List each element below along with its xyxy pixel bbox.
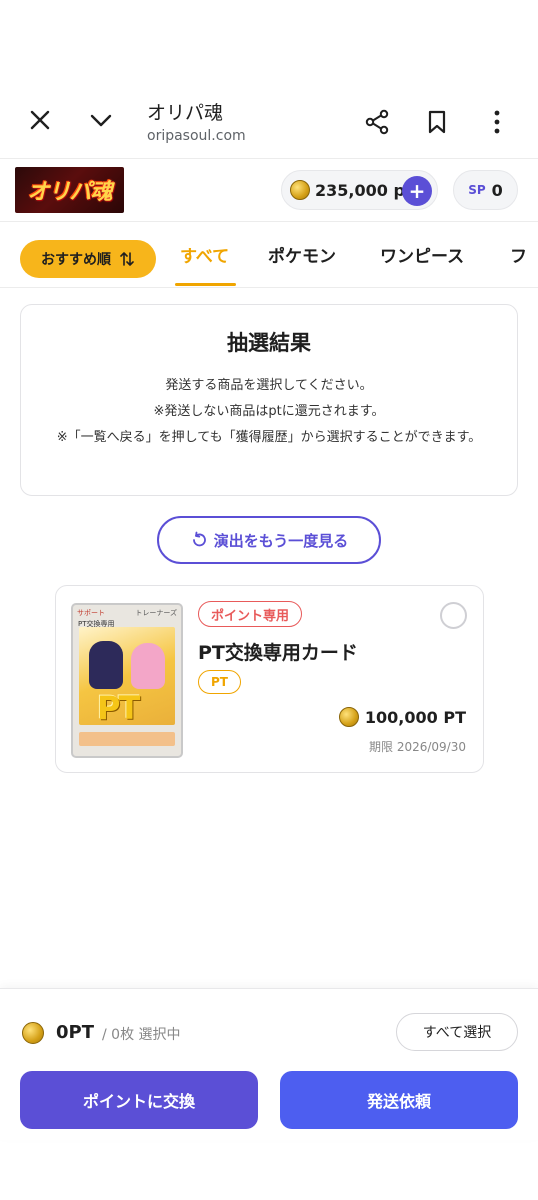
replay-label: 演出をもう一度見る [213,531,349,550]
share-icon[interactable] [357,102,397,142]
card-expiry: 期限 2026/09/30 [369,740,466,754]
result-title: 抽選結果 [227,331,311,355]
chevron-down-icon[interactable] [81,100,121,140]
result-notice: ※発送しない商品はptに還元されます。 [153,404,385,419]
replay-animation-button[interactable]: 演出をもう一度見る [157,516,381,564]
select-all-button[interactable]: すべて選択 [396,1013,518,1051]
prize-card-item[interactable]: サポート トレーナーズ PT交換専用 PT ポイント専用 PT交換専用カード P… [55,585,484,773]
sort-label: おすすめ順 [41,252,111,268]
exclusive-badge: ポイント専用 [198,601,303,627]
coin-icon [290,180,310,200]
tab-onepiece[interactable]: ワンピース [380,242,464,267]
card-artwork: PT [79,627,175,725]
result-instruction: 発送する商品を選択してください。 [165,378,373,393]
app-header: オリパ魂 235,000 pt + SP 0 [0,158,538,222]
add-points-button[interactable]: + [402,176,432,206]
page-title: オリパ魂 [147,102,224,124]
active-tab-indicator [175,283,236,286]
browser-toolbar: オリパ魂 oripasoul.com [0,80,538,158]
card-big-text: PT [97,689,140,725]
replay-icon [192,531,206,547]
points-value: 235,000 pt [315,180,413,200]
points-balance[interactable]: 235,000 pt + [281,170,438,210]
card-name: PT交換専用カード [198,642,358,664]
sp-label: SP [468,183,486,197]
site-logo[interactable]: オリパ魂 [15,167,124,213]
close-icon[interactable] [20,100,60,140]
sort-button[interactable]: おすすめ順 [20,240,156,278]
bottom-action-bar: 0PT / 0枚 選択中 すべて選択 ポイントに交換 発送依頼 [0,988,538,1140]
tab-all[interactable]: すべて [180,242,229,267]
tab-pokemon[interactable]: ポケモン [268,242,336,267]
selected-total: 0PT [56,1022,94,1043]
card-image-footer [79,732,175,746]
card-image: サポート トレーナーズ PT交換専用 PT [71,603,183,758]
select-checkbox[interactable] [440,602,467,629]
coin-icon [338,707,359,727]
tab-next[interactable]: フ [510,242,527,267]
card-price: 100,000 PT [364,707,466,727]
sort-icon [120,252,134,266]
result-panel: 抽選結果 発送する商品を選択してください。 ※発送しない商品はptに還元されます… [20,304,518,496]
card-image-header: サポート トレーナーズ [77,609,177,617]
selected-count: / 0枚 選択中 [102,1027,181,1043]
bookmark-icon[interactable] [417,102,457,142]
coin-icon [22,1022,44,1044]
sp-value: 0 [491,180,503,200]
sp-balance[interactable]: SP 0 [453,170,518,210]
exchange-points-button[interactable]: ポイントに交換 [20,1071,258,1129]
shipping-request-button[interactable]: 発送依頼 [280,1071,518,1129]
more-vert-icon[interactable] [477,102,517,142]
page-url: oripasoul.com [147,128,246,144]
card-price-row: 100,000 PT [338,707,466,727]
character-left [89,641,123,689]
logo-text: オリパ魂 [27,179,112,205]
pt-tag: PT [198,670,241,694]
character-right [131,643,165,689]
result-note: ※「一覧へ戻る」を押しても「獲得履歴」から選択することができます。 [56,430,482,445]
category-tabs: おすすめ順 すべて ポケモン ワンピース フ [0,222,538,288]
